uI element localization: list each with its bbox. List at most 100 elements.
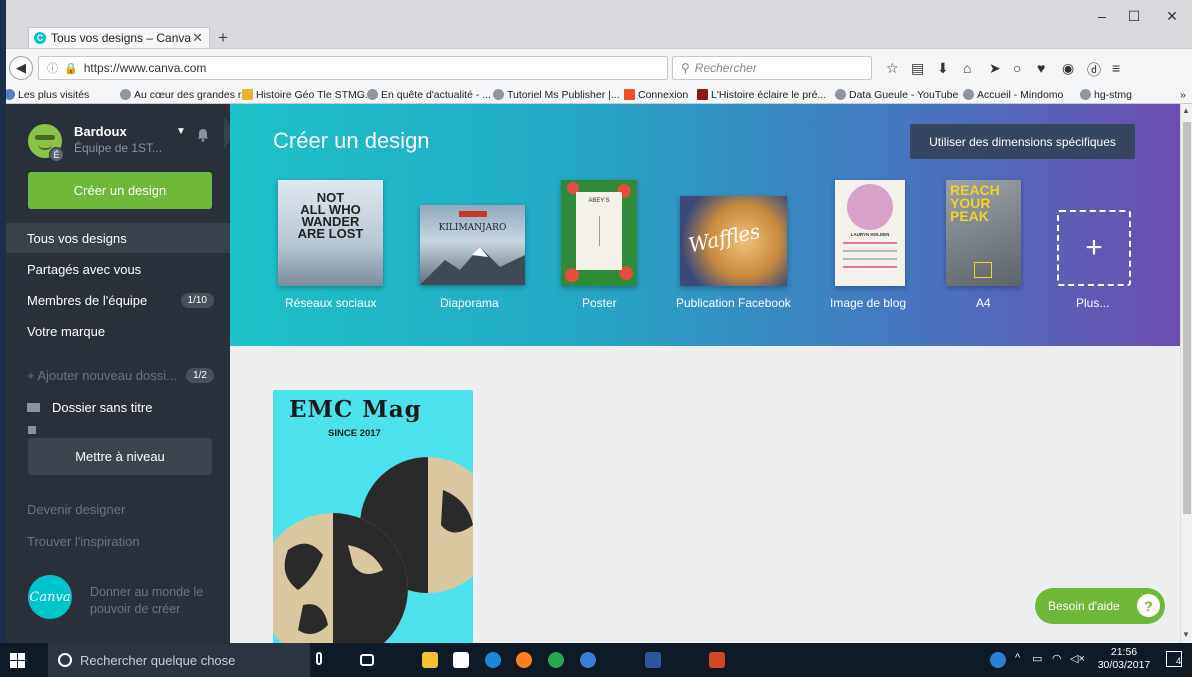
- edge-icon[interactable]: [485, 652, 501, 668]
- template-slideshow-thumb[interactable]: KILIMANJARO: [420, 205, 525, 285]
- globe-icon: [367, 89, 378, 100]
- close-window-button[interactable]: ✕: [1152, 8, 1192, 25]
- windows-start-icon[interactable]: [10, 653, 25, 668]
- team-name[interactable]: Équipe de 1ST...: [74, 141, 162, 155]
- back-arrow-icon: ◀: [16, 60, 26, 75]
- account-dropdown-icon[interactable]: ▼: [176, 126, 186, 137]
- canva-favicon-icon: C: [34, 32, 46, 44]
- bookmark-item[interactable]: Les plus visités: [4, 89, 89, 101]
- nav-your-brand[interactable]: Votre marque: [6, 316, 230, 346]
- help-button[interactable]: Besoin d'aide ?: [1035, 588, 1165, 624]
- file-explorer-icon[interactable]: [422, 652, 438, 668]
- firefox-icon[interactable]: [516, 652, 532, 668]
- template-label[interactable]: Image de blog: [830, 296, 906, 310]
- template-label[interactable]: Poster: [582, 296, 617, 310]
- template-social-media-thumb[interactable]: NOT ALL WHO WANDER ARE LOST: [278, 180, 383, 286]
- nav-team-members[interactable]: Membres de l'équipe 1/10: [6, 285, 230, 315]
- scroll-up-icon[interactable]: ▲: [1182, 106, 1190, 115]
- browser-search-input[interactable]: ⚲ Rechercher: [672, 56, 872, 80]
- wifi-icon[interactable]: ◠: [1052, 652, 1062, 665]
- tab-close-icon[interactable]: ✕: [192, 30, 203, 46]
- lock-icon: 🔒: [64, 62, 78, 75]
- microphone-icon[interactable]: [316, 652, 322, 665]
- home-icon[interactable]: ⌂: [963, 60, 971, 76]
- store-icon[interactable]: [453, 652, 469, 668]
- download-icon[interactable]: ⬇: [937, 60, 949, 77]
- template-label[interactable]: A4: [976, 296, 991, 310]
- new-tab-button[interactable]: +: [218, 28, 228, 48]
- nav-all-designs[interactable]: Tous vos designs: [6, 223, 230, 253]
- canva-logo[interactable]: Canva: [28, 575, 72, 619]
- back-button[interactable]: ◀: [9, 56, 33, 80]
- template-facebook-thumb[interactable]: Waffles: [680, 196, 787, 286]
- find-inspiration-link[interactable]: Trouver l'inspiration: [6, 526, 230, 556]
- windows-taskbar: Rechercher quelque chose ^ ▭ ◠ ◁× 21:56 …: [0, 643, 1192, 677]
- volume-icon[interactable]: ◁×: [1070, 652, 1085, 665]
- template-poster-thumb[interactable]: ABEY'S: [561, 180, 637, 286]
- create-design-button[interactable]: Créer un design: [28, 172, 212, 209]
- profile-icon[interactable]: ⓓ: [1087, 60, 1101, 80]
- bookmark-item[interactable]: Connexion: [624, 89, 688, 101]
- bookmark-item[interactable]: Histoire Géo Tle STMG...: [242, 89, 374, 101]
- tab-title: Tous vos designs – Canva: [51, 31, 192, 45]
- template-label[interactable]: Diaporama: [440, 296, 499, 310]
- custom-dimensions-button[interactable]: Utiliser des dimensions spécifiques: [910, 124, 1135, 159]
- username[interactable]: Bardoux: [74, 124, 127, 139]
- template-a4-thumb[interactable]: REACH YOUR PEAK: [946, 180, 1021, 286]
- chat-icon[interactable]: ○: [1013, 60, 1021, 76]
- taskbar-search[interactable]: Rechercher quelque chose: [48, 643, 322, 677]
- bell-icon[interactable]: [196, 128, 210, 142]
- scrollbar-thumb[interactable]: [1183, 122, 1191, 514]
- template-label[interactable]: Réseaux sociaux: [285, 296, 376, 310]
- bookmark-item[interactable]: En quête d'actualité - ...: [367, 89, 491, 101]
- bookmark-item[interactable]: Accueil - Mindomo: [963, 89, 1063, 101]
- bookmark-item[interactable]: hg-stmg: [1080, 89, 1132, 101]
- more-templates-button[interactable]: +: [1057, 210, 1131, 286]
- add-folder-button[interactable]: + Ajouter nouveau dossi... 1/2: [6, 360, 230, 390]
- task-view-icon[interactable]: [360, 654, 374, 666]
- action-center-icon[interactable]: 4: [1166, 651, 1182, 667]
- chrome-icon[interactable]: [548, 652, 564, 668]
- bookmarks-overflow-button[interactable]: »: [1180, 89, 1186, 101]
- network-alert-icon[interactable]: [990, 652, 1006, 668]
- cortana-icon: [58, 653, 72, 667]
- menu-icon[interactable]: ≡: [1112, 60, 1120, 76]
- plus-icon: +: [1085, 231, 1103, 264]
- globe-icon: [120, 89, 131, 100]
- hero-title: Créer un design: [273, 128, 430, 153]
- become-designer-link[interactable]: Devenir designer: [6, 494, 230, 524]
- template-label[interactable]: Publication Facebook: [676, 296, 791, 310]
- histoire-icon: [697, 89, 708, 100]
- send-icon[interactable]: ➤: [989, 60, 1001, 77]
- help-label: Besoin d'aide: [1048, 599, 1120, 613]
- template-blog-image-thumb[interactable]: LAURYN HOLDEN: [835, 180, 905, 286]
- bookmark-item[interactable]: Tutoriel Ms Publisher |...: [493, 89, 620, 101]
- extension-icon[interactable]: ◉: [1062, 60, 1074, 77]
- battery-icon[interactable]: ▭: [1032, 652, 1042, 665]
- url-bar[interactable]: ⓘ 🔒 https://www.canva.com ↻: [38, 56, 694, 80]
- pocket-icon[interactable]: ♥: [1037, 60, 1045, 76]
- folder-item[interactable]: Dossier sans titre: [27, 400, 152, 415]
- globe-app-icon[interactable]: [580, 652, 596, 668]
- powerpoint-icon[interactable]: [709, 652, 725, 668]
- design-card[interactable]: EMC Mag SINCE 2017: [273, 390, 473, 644]
- browser-tab[interactable]: C Tous vos designs – Canva ✕: [28, 27, 210, 48]
- folder-count-badge: 1/2: [186, 367, 214, 383]
- bookmark-item[interactable]: Data Gueule - YouTube: [835, 89, 958, 101]
- bookmark-item[interactable]: L'Histoire éclaire le pré...: [697, 89, 826, 101]
- folder-icon: [27, 403, 40, 412]
- tray-expand-icon[interactable]: ^: [1015, 652, 1020, 664]
- scroll-down-icon[interactable]: ▼: [1182, 630, 1190, 639]
- clock[interactable]: 21:56 30/03/2017: [1094, 646, 1154, 672]
- word-icon[interactable]: [645, 652, 661, 668]
- upgrade-button[interactable]: Mettre à niveau: [28, 438, 212, 475]
- template-label[interactable]: Plus...: [1076, 296, 1109, 310]
- bookmark-star-icon[interactable]: ☆: [886, 60, 899, 77]
- maximize-button[interactable]: ☐: [1114, 8, 1154, 25]
- nav-shared-with-you[interactable]: Partagés avec vous: [6, 254, 230, 284]
- globe-graphic: [273, 457, 473, 644]
- reading-list-icon[interactable]: ▤: [911, 60, 924, 77]
- page-scrollbar[interactable]: ▲ ▼: [1180, 104, 1192, 643]
- search-placeholder: Rechercher: [694, 61, 757, 75]
- bookmark-item[interactable]: Au cœur des grandes r...: [120, 89, 250, 101]
